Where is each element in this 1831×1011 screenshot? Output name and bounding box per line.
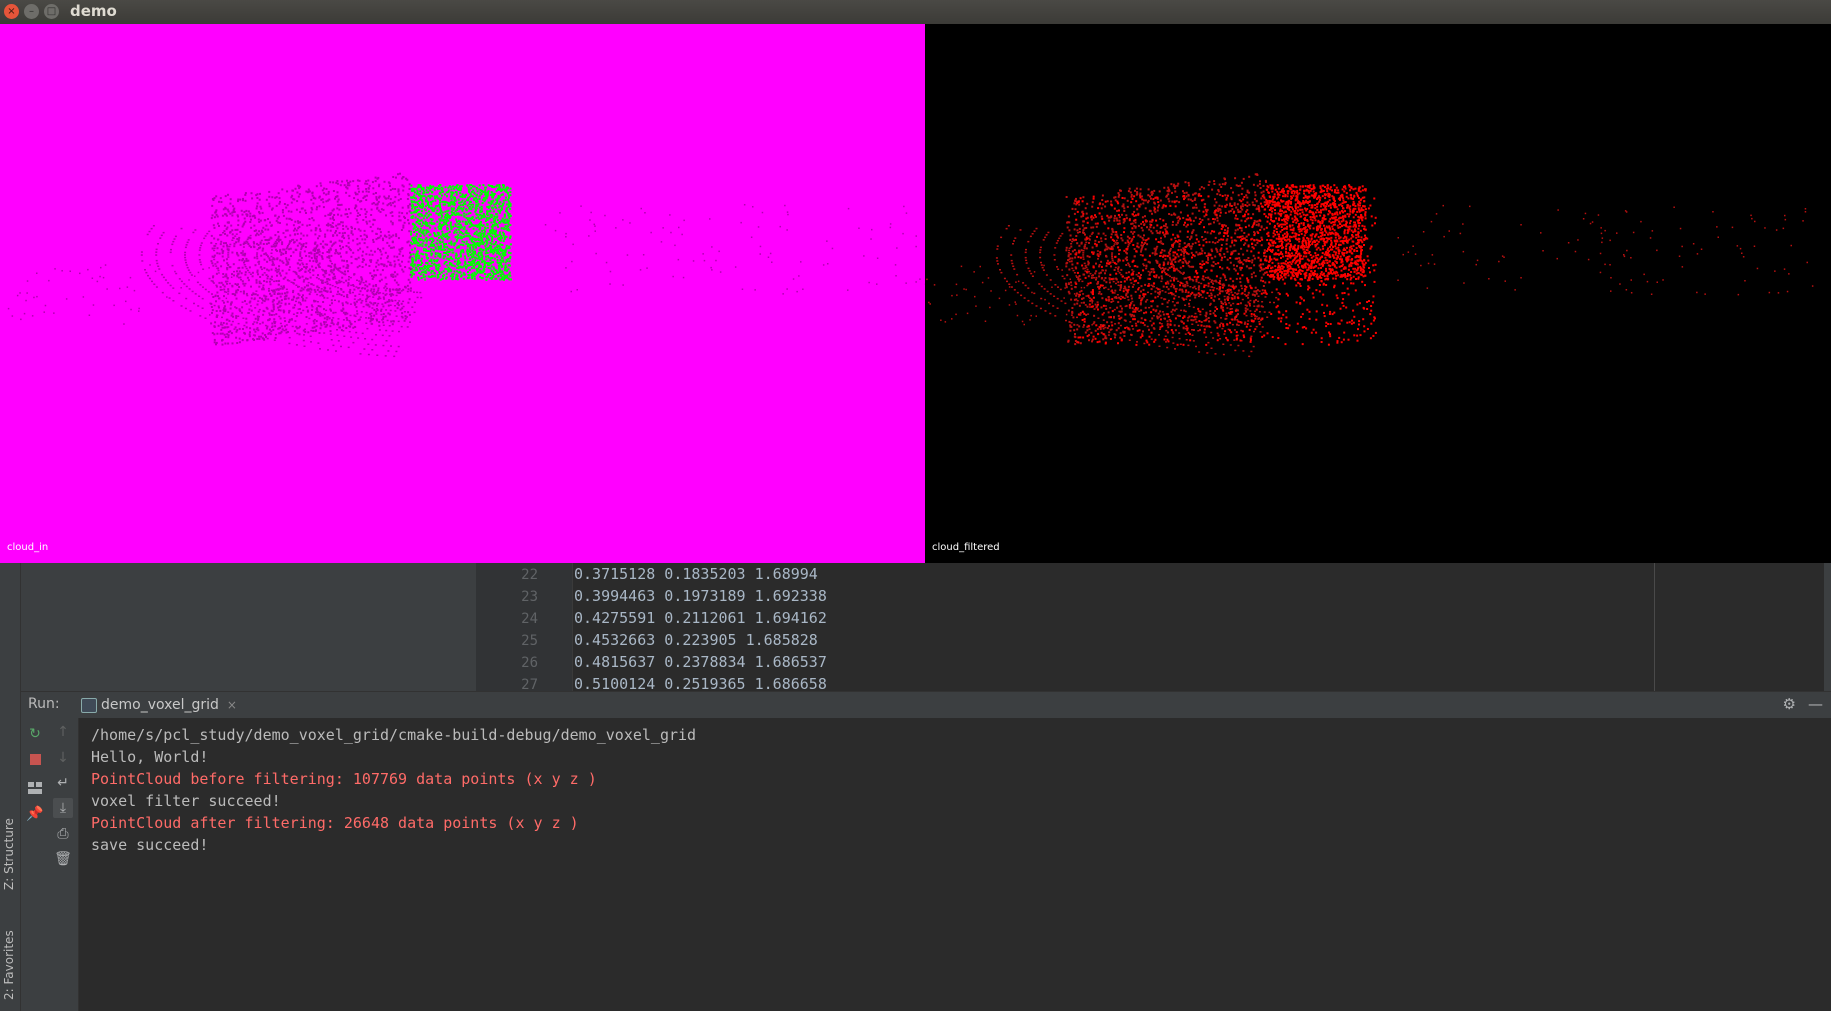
right-margin-guide [1654,563,1655,691]
run-tool-header: Run: demo_voxel_grid × ⚙ — [21,691,1831,719]
point-cloud-filtered [926,173,1814,358]
point-cloud-in [7,172,925,358]
window-title: demo [70,2,117,20]
line-number: 26 [521,655,538,671]
arrow-up-icon[interactable]: ↑ [53,722,73,742]
code-line: 24 0.4275591 0.2112061 1.694162 [476,607,827,629]
trash-icon[interactable]: 🗑 [53,849,73,869]
editor-scroll-strip[interactable] [1824,563,1831,691]
console-line: /home/s/pcl_study/demo_voxel_grid/cmake-… [91,726,697,744]
run-tab-label: demo_voxel_grid [101,697,219,713]
line-text: 0.3715128 0.1835203 1.68994 [574,565,818,583]
viewport-cloud-filtered[interactable]: cloud_filtered [925,24,1831,563]
run-toolbar-secondary: ↑ ↓ ↵ ⤓ ⎙ 🗑 [49,718,79,1011]
window-close-button[interactable]: × [4,4,19,19]
soft-wrap-icon[interactable]: ↵ [53,773,73,793]
line-text: 0.4815637 0.2378834 1.686537 [574,653,827,671]
gear-icon[interactable]: ⚙ [1783,695,1796,713]
console-line: save succeed! [91,836,209,854]
layout-icon[interactable] [25,778,45,798]
line-number: 22 [521,567,538,583]
console-line: voxel filter succeed! [91,792,281,810]
side-tab-structure[interactable]: Z: Structure [2,790,18,890]
scroll-to-end-icon[interactable]: ⤓ [53,798,73,818]
line-text: 0.4532663 0.223905 1.685828 [574,631,818,649]
code-line: 22 0.3715128 0.1835203 1.68994 [476,563,818,585]
viewport-label: cloud_filtered [932,542,1000,553]
code-line: 27 0.5100124 0.2519365 1.686658 [476,673,827,691]
print-icon[interactable]: ⎙ [53,824,73,844]
console-line: PointCloud after filtering: 26648 data p… [91,814,579,832]
line-number: 25 [521,633,538,649]
run-config-icon [81,698,97,713]
rerun-icon[interactable]: ↻ [25,724,45,744]
console-line: PointCloud before filtering: 107769 data… [91,770,597,788]
window-maximize-button[interactable]: □ [44,4,59,19]
line-number: 23 [521,589,538,605]
run-toolbar-primary: ↻ 📌 [21,718,49,1011]
run-console[interactable]: /home/s/pcl_study/demo_voxel_grid/cmake-… [79,718,1831,1011]
pcl-viewer-window[interactable]: × – □ demo cloud_in cloud_filtered [0,0,1831,563]
code-line: 25 0.4532663 0.223905 1.685828 [476,629,818,651]
viewport-cloud-in[interactable]: cloud_in [0,24,925,563]
line-text: 0.5100124 0.2519365 1.686658 [574,675,827,691]
code-line: 23 0.3994463 0.1973189 1.692338 [476,585,827,607]
line-number: 27 [521,677,538,691]
run-tab[interactable]: demo_voxel_grid × [77,692,247,718]
close-icon[interactable]: × [227,698,237,712]
line-number: 24 [521,611,538,627]
run-label: Run: [28,696,60,712]
side-tab-favorites[interactable]: 2: Favorites [2,910,18,1000]
minimize-icon[interactable]: — [1808,695,1823,713]
line-text: 0.4275591 0.2112061 1.694162 [574,609,827,627]
project-pane [21,563,476,691]
arrow-down-icon[interactable]: ↓ [53,748,73,768]
line-text: 0.3994463 0.1973189 1.692338 [574,587,827,605]
window-titlebar[interactable]: × – □ demo [0,0,1831,25]
code-line: 26 0.4815637 0.2378834 1.686537 [476,651,827,673]
window-minimize-button[interactable]: – [24,4,39,19]
stop-button[interactable] [25,749,45,769]
stop-icon [29,753,41,765]
viewport-label: cloud_in [7,542,49,553]
console-line: Hello, World! [91,748,209,766]
pin-icon[interactable]: 📌 [25,804,45,824]
code-editor[interactable]: 22 0.3715128 0.1835203 1.68994 23 0.399446… [476,563,1831,691]
